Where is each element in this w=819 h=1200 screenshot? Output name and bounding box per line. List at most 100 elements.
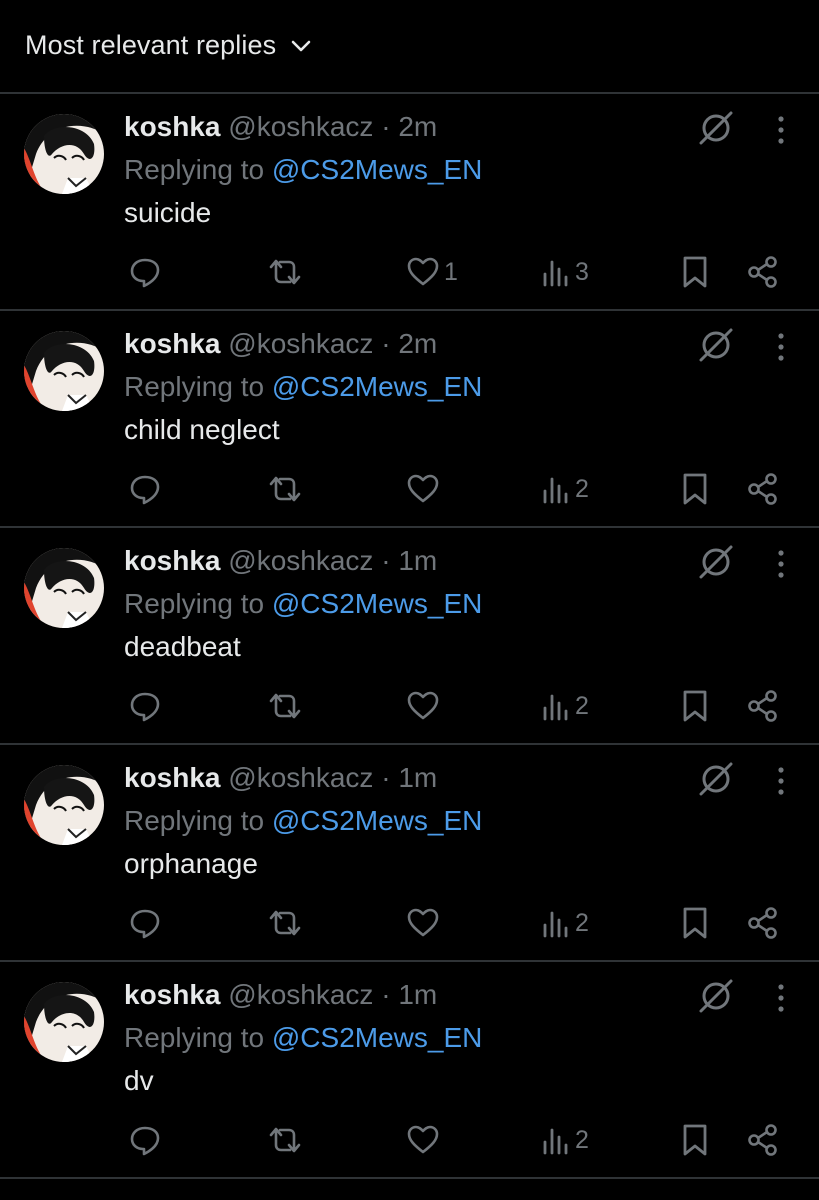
retweet-button[interactable] bbox=[266, 1120, 304, 1160]
retweet-button[interactable] bbox=[266, 469, 304, 509]
share-button[interactable] bbox=[746, 469, 780, 509]
more-icon[interactable] bbox=[770, 114, 792, 146]
grok-icon[interactable] bbox=[697, 543, 735, 581]
grok-icon[interactable] bbox=[697, 760, 735, 798]
views-button[interactable]: 2 bbox=[541, 469, 589, 509]
replying-to-line: Replying to @CS2Mews_EN bbox=[124, 370, 482, 404]
replying-to-line: Replying to @CS2Mews_EN bbox=[124, 804, 482, 838]
more-icon[interactable] bbox=[770, 982, 792, 1014]
heart-icon bbox=[406, 906, 440, 940]
retweet-icon bbox=[266, 472, 304, 506]
reply-post[interactable]: koshka @koshkacz · 1m Replying to @CS2Me… bbox=[0, 962, 819, 1179]
reply-icon bbox=[128, 472, 162, 506]
views-icon bbox=[541, 257, 571, 287]
views-icon bbox=[541, 908, 571, 938]
heart-icon bbox=[406, 1123, 440, 1157]
more-icon[interactable] bbox=[770, 331, 792, 363]
mention-link[interactable]: @CS2Mews_EN bbox=[272, 371, 482, 402]
views-icon bbox=[541, 1125, 571, 1155]
share-button[interactable] bbox=[746, 1120, 780, 1160]
timestamp[interactable]: 1m bbox=[398, 979, 437, 1010]
avatar[interactable] bbox=[24, 765, 104, 845]
reply-post[interactable]: koshka @koshkacz · 1m Replying to @CS2Me… bbox=[0, 745, 819, 962]
share-button[interactable] bbox=[746, 252, 780, 292]
retweet-button[interactable] bbox=[266, 252, 304, 292]
user-handle[interactable]: @koshkacz bbox=[228, 545, 373, 576]
replying-to-line: Replying to @CS2Mews_EN bbox=[124, 1021, 482, 1055]
like-button[interactable] bbox=[406, 903, 444, 943]
replying-prefix: Replying to bbox=[124, 588, 272, 619]
reply-text: child neglect bbox=[124, 414, 280, 445]
display-name[interactable]: koshka bbox=[124, 762, 221, 793]
avatar[interactable] bbox=[24, 982, 104, 1062]
grok-icon[interactable] bbox=[697, 326, 735, 364]
more-icon[interactable] bbox=[770, 548, 792, 580]
like-button[interactable] bbox=[406, 686, 444, 726]
views-button[interactable]: 2 bbox=[541, 1120, 589, 1160]
reply-post[interactable]: koshka @koshkacz · 1m Replying to @CS2Me… bbox=[0, 528, 819, 745]
more-icon[interactable] bbox=[770, 765, 792, 797]
user-handle[interactable]: @koshkacz bbox=[228, 111, 373, 142]
views-button[interactable]: 3 bbox=[541, 252, 589, 292]
display-name[interactable]: koshka bbox=[124, 979, 221, 1010]
bookmark-icon bbox=[680, 906, 710, 940]
avatar[interactable] bbox=[24, 331, 104, 411]
action-bar: 2 bbox=[0, 1120, 819, 1160]
share-button[interactable] bbox=[746, 903, 780, 943]
display-name[interactable]: koshka bbox=[124, 328, 221, 359]
bookmark-button[interactable] bbox=[680, 469, 710, 509]
bookmark-button[interactable] bbox=[680, 252, 710, 292]
retweet-button[interactable] bbox=[266, 686, 304, 726]
user-handle[interactable]: @koshkacz bbox=[228, 979, 373, 1010]
user-handle[interactable]: @koshkacz bbox=[228, 762, 373, 793]
timestamp[interactable]: 1m bbox=[398, 545, 437, 576]
reply-meta: koshka @koshkacz · 1m bbox=[124, 544, 437, 578]
mention-link[interactable]: @CS2Mews_EN bbox=[272, 805, 482, 836]
reply-icon bbox=[128, 1123, 162, 1157]
display-name[interactable]: koshka bbox=[124, 111, 221, 142]
bookmark-button[interactable] bbox=[680, 1120, 710, 1160]
views-icon bbox=[541, 691, 571, 721]
views-icon bbox=[541, 474, 571, 504]
user-handle[interactable]: @koshkacz bbox=[228, 328, 373, 359]
share-button[interactable] bbox=[746, 686, 780, 726]
like-count: 1 bbox=[444, 257, 458, 286]
timestamp[interactable]: 2m bbox=[398, 328, 437, 359]
grok-icon[interactable] bbox=[697, 977, 735, 1015]
reply-post[interactable]: koshka @koshkacz · 2m Replying to @CS2Me… bbox=[0, 94, 819, 311]
timestamp[interactable]: 1m bbox=[398, 762, 437, 793]
views-count: 3 bbox=[575, 257, 589, 286]
reply-button[interactable] bbox=[128, 1120, 162, 1160]
sort-replies-dropdown[interactable]: Most relevant replies bbox=[25, 30, 312, 61]
replying-prefix: Replying to bbox=[124, 805, 272, 836]
views-button[interactable]: 2 bbox=[541, 686, 589, 726]
mention-link[interactable]: @CS2Mews_EN bbox=[272, 1022, 482, 1053]
action-bar: 2 bbox=[0, 469, 819, 509]
like-button[interactable] bbox=[406, 469, 444, 509]
bookmark-button[interactable] bbox=[680, 686, 710, 726]
reply-button[interactable] bbox=[128, 686, 162, 726]
reply-button[interactable] bbox=[128, 469, 162, 509]
mention-link[interactable]: @CS2Mews_EN bbox=[272, 588, 482, 619]
bookmark-button[interactable] bbox=[680, 903, 710, 943]
reply-post[interactable]: koshka @koshkacz · 2m Replying to @CS2Me… bbox=[0, 311, 819, 528]
replies-feed: koshka @koshkacz · 2m Replying to @CS2Me… bbox=[0, 94, 819, 1179]
views-button[interactable]: 2 bbox=[541, 903, 589, 943]
retweet-button[interactable] bbox=[266, 903, 304, 943]
reply-button[interactable] bbox=[128, 252, 162, 292]
heart-icon bbox=[406, 689, 440, 723]
timestamp[interactable]: 2m bbox=[398, 111, 437, 142]
reply-button[interactable] bbox=[128, 903, 162, 943]
action-bar: 2 bbox=[0, 686, 819, 726]
display-name[interactable]: koshka bbox=[124, 545, 221, 576]
avatar[interactable] bbox=[24, 548, 104, 628]
grok-icon[interactable] bbox=[697, 109, 735, 147]
like-button[interactable] bbox=[406, 1120, 444, 1160]
retweet-icon bbox=[266, 906, 304, 940]
like-button[interactable]: 1 bbox=[406, 252, 458, 292]
heart-icon bbox=[406, 255, 440, 289]
mention-link[interactable]: @CS2Mews_EN bbox=[272, 154, 482, 185]
share-icon bbox=[746, 472, 780, 506]
avatar[interactable] bbox=[24, 114, 104, 194]
views-count: 2 bbox=[575, 691, 589, 720]
